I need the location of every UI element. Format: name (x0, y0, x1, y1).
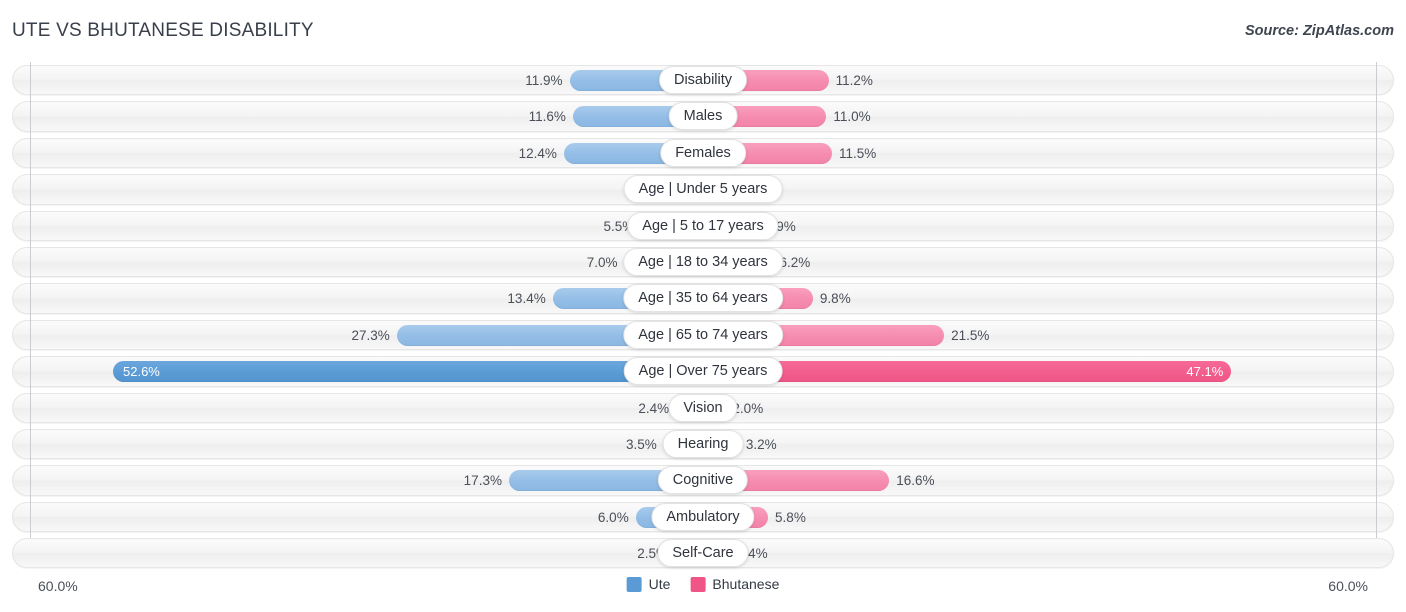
category-label[interactable]: Age | 65 to 74 years (623, 321, 783, 349)
bar-row[interactable]: 3.5% 3.2%Hearing (0, 426, 1406, 462)
category-label[interactable]: Self-Care (657, 539, 748, 567)
axis-line-right (1376, 62, 1377, 538)
chart-page: UTE VS BHUTANESE DISABILITY Source: ZipA… (0, 0, 1406, 612)
category-label[interactable]: Age | 35 to 64 years (623, 284, 783, 312)
bar-rows: 11.9% 11.2% Disability 11.6% 11.0% Males 12.4%… (0, 62, 1406, 571)
axis-max-right: 60.0% (1328, 578, 1368, 594)
plot-area: 11.9% 11.2% Disability 11.6% 11.0% Males 12.4%… (0, 62, 1406, 574)
bar-row[interactable]: 11.6% 11.0% Males (0, 98, 1406, 134)
bar-row[interactable]: 52.6% 47.1% Age | Over 75 years (0, 353, 1406, 389)
legend-label: Ute (649, 576, 671, 592)
legend-swatch (690, 577, 705, 592)
legend-swatch (627, 577, 642, 592)
value-label-bhutanese: 9.8% (820, 289, 851, 308)
legend: Ute Bhutanese (627, 576, 780, 592)
category-label[interactable]: Females (660, 139, 746, 167)
category-label[interactable]: Cognitive (658, 466, 748, 494)
value-label-ute: 17.3% (464, 471, 502, 490)
category-label[interactable]: Males (669, 102, 738, 130)
bar-row[interactable]: 12.4% 11.5% Females (0, 135, 1406, 171)
bar-row[interactable]: 7.0% 6.2%Age | 18 to 34 years (0, 244, 1406, 280)
value-label-ute: 6.0% (598, 508, 629, 527)
value-label-ute: 2.4% (638, 399, 669, 418)
axis-line-left (30, 62, 31, 538)
category-label[interactable]: Vision (668, 394, 737, 422)
category-label[interactable]: Age | 18 to 34 years (623, 248, 783, 276)
value-label-ute: 27.3% (352, 326, 390, 345)
value-label-bhutanese: 6.2% (780, 253, 811, 272)
bar-row[interactable]: 27.3% 21.5% Age | 65 to 74 years (0, 317, 1406, 353)
value-label-bhutanese: 47.1% (1179, 362, 1223, 381)
value-label-bhutanese: 5.8% (775, 508, 806, 527)
bar-row[interactable]: 2.4%2.0%Vision (0, 390, 1406, 426)
bar-row[interactable]: 11.9% 11.2% Disability (0, 62, 1406, 98)
category-label[interactable]: Hearing (663, 430, 744, 458)
category-label[interactable]: Ambulatory (651, 503, 754, 531)
bar-row[interactable]: 0.86%1.2%Age | Under 5 years (0, 171, 1406, 207)
category-label[interactable]: Age | Under 5 years (624, 175, 783, 203)
value-label-bhutanese: 11.2% (836, 71, 873, 90)
axis-max-left: 60.0% (38, 578, 78, 594)
value-label-ute: 11.9% (525, 71, 562, 90)
page-title: UTE VS BHUTANESE DISABILITY (12, 20, 314, 42)
bar-row[interactable]: 2.5%2.4%Self-Care (0, 535, 1406, 571)
legend-item[interactable]: Ute (627, 576, 671, 592)
value-label-bhutanese: 3.2% (746, 435, 777, 454)
bar-row[interactable]: 5.5%4.9%Age | 5 to 17 years (0, 208, 1406, 244)
value-label-ute: 11.6% (529, 107, 566, 126)
legend-label: Bhutanese (712, 576, 779, 592)
value-label-ute: 52.6% (123, 362, 160, 381)
bar-ute (113, 361, 703, 382)
value-label-ute: 7.0% (587, 253, 618, 272)
value-label-bhutanese: 16.6% (896, 471, 934, 490)
value-label-bhutanese: 21.5% (951, 326, 989, 345)
bar-row[interactable]: 6.0% 5.8% Ambulatory (0, 499, 1406, 535)
legend-item[interactable]: Bhutanese (690, 576, 779, 592)
value-label-ute: 12.4% (519, 144, 557, 163)
category-label[interactable]: Age | Over 75 years (624, 357, 783, 385)
category-label[interactable]: Disability (659, 66, 747, 94)
value-label-ute: 3.5% (626, 435, 657, 454)
chart-footer: 60.0% 60.0% Ute Bhutanese (0, 576, 1406, 602)
source-attribution: Source: ZipAtlas.com (1245, 23, 1394, 39)
value-label-ute: 13.4% (507, 289, 545, 308)
bar-row[interactable]: 13.4% 9.8% Age | 35 to 64 years (0, 280, 1406, 316)
value-label-bhutanese: 11.5% (839, 144, 876, 163)
value-label-bhutanese: 11.0% (833, 107, 870, 126)
category-label[interactable]: Age | 5 to 17 years (627, 212, 778, 240)
bar-row[interactable]: 17.3% 16.6% Cognitive (0, 462, 1406, 498)
